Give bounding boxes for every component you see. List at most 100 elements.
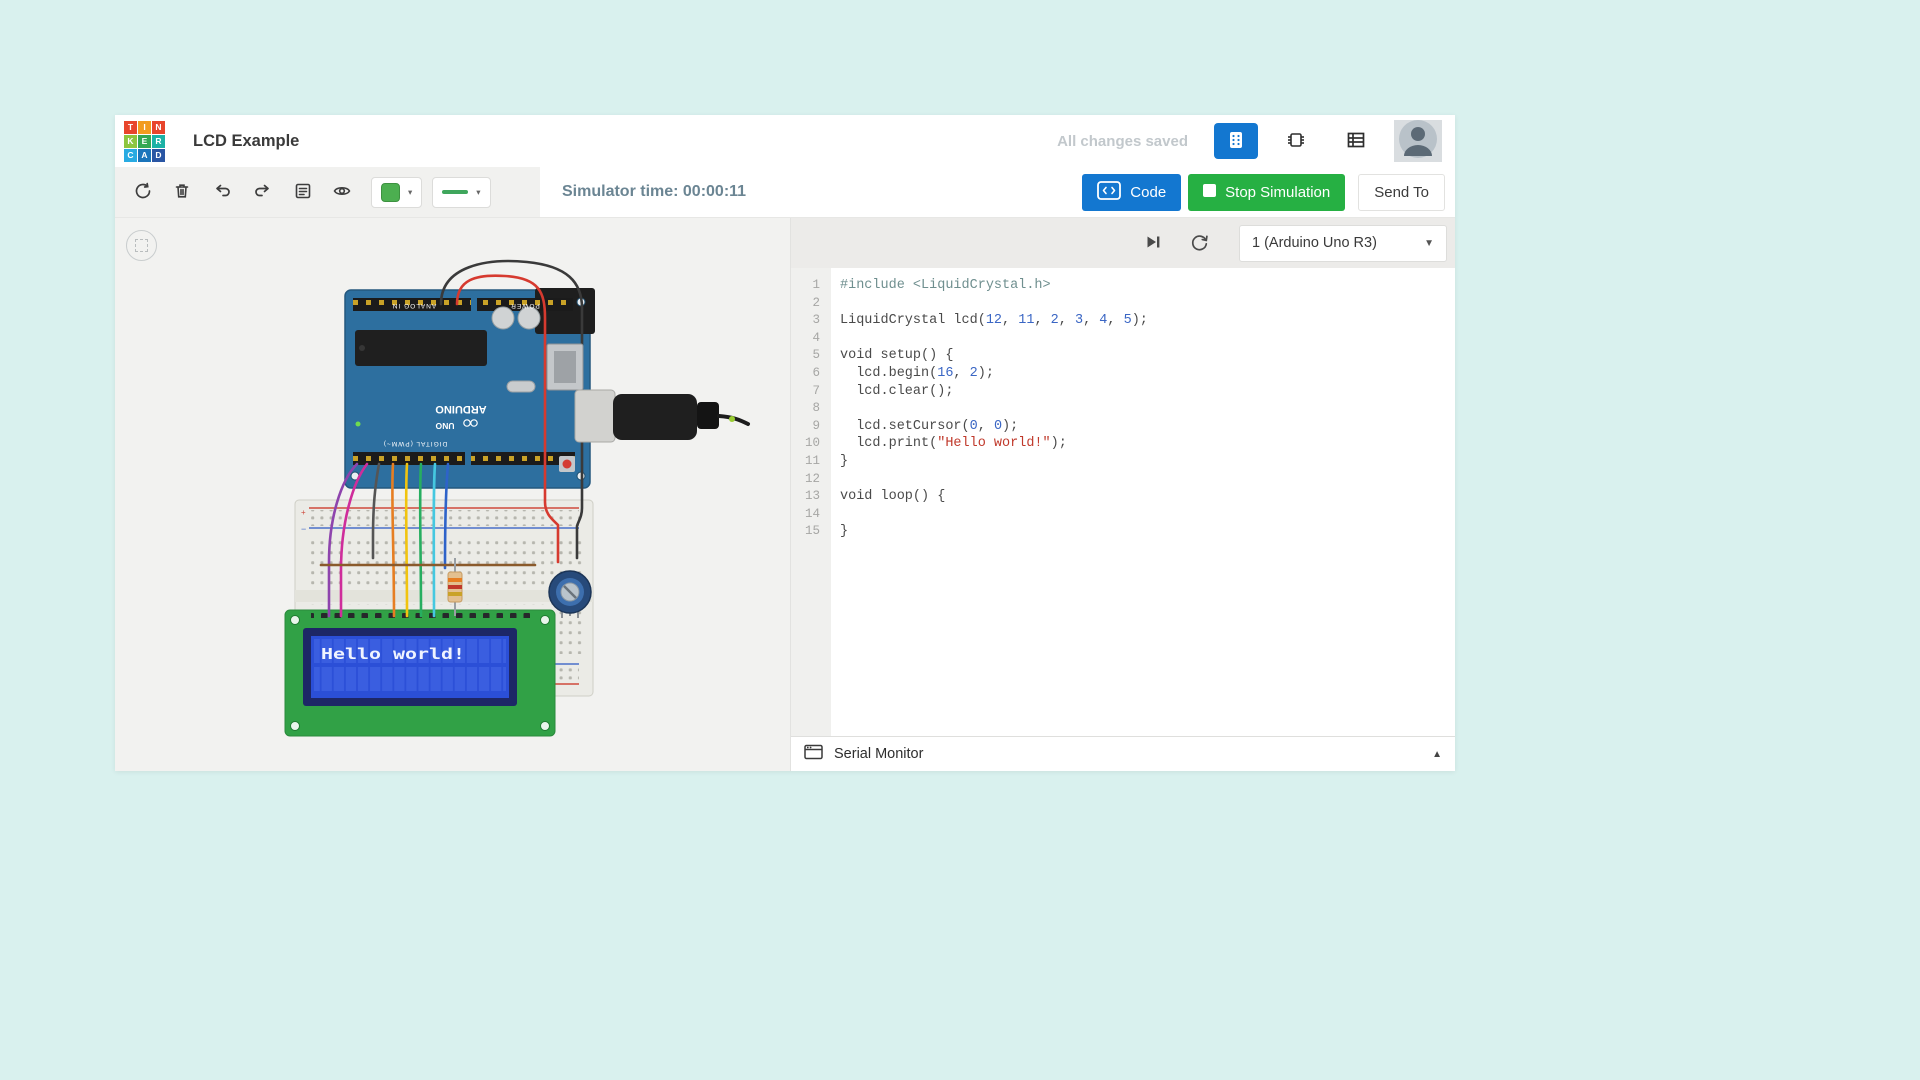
line-text [831,295,840,313]
code-line[interactable]: 14 [791,506,1455,524]
component-color-dropdown[interactable]: ▾ [371,177,422,208]
lcd-display[interactable]: Hello world! [285,610,555,736]
code-line[interactable]: 9 lcd.setCursor(0, 0); [791,418,1455,436]
zoom-to-fit-button[interactable] [126,230,157,261]
line-number: 13 [791,488,831,506]
chevron-down-icon: ▼ [1424,238,1434,249]
code-editor[interactable]: 1#include <LiquidCrystal.h>23LiquidCryst… [791,268,1455,736]
tool-strip: ▾ ▾ [115,167,540,217]
logo-tile: R [152,135,165,148]
code-line[interactable]: 1#include <LiquidCrystal.h> [791,277,1455,295]
circuit-canvas[interactable]: + − [115,218,790,771]
line-number: 11 [791,453,831,471]
toolbar-right: Code Stop Simulation Send To [1082,174,1455,211]
lcd-text: Hello world! [321,645,465,663]
code-line[interactable]: 2 [791,295,1455,313]
wire-cyan[interactable] [434,464,435,616]
line-text: void loop() { [831,488,945,506]
arduino-brand-label: ARDUINO [435,403,487,415]
app-window: TINKERCAD LCD Example All changes saved [115,115,1455,771]
serial-monitor-bar[interactable]: Serial Monitor ▲ [791,736,1455,771]
undo-icon [213,181,233,204]
code-line[interactable]: 3LiquidCrystal lcd(12, 11, 2, 3, 4, 5); [791,312,1455,330]
code-lines: 1#include <LiquidCrystal.h>23LiquidCryst… [791,277,1455,541]
line-text: #include <LiquidCrystal.h> [831,277,1051,295]
fit-icon [135,239,148,252]
logo-tile: N [152,121,165,134]
line-number: 4 [791,330,831,348]
code-line[interactable]: 12 [791,471,1455,489]
send-to-label: Send To [1374,184,1429,201]
wire-type-dropdown[interactable]: ▾ [432,177,490,208]
code-brackets-icon [1097,181,1121,204]
line-number: 5 [791,347,831,365]
line-text [831,506,840,524]
analog-in-label: ANALOG IN [392,302,436,309]
notes-button[interactable] [291,180,315,204]
color-swatch [381,183,400,202]
rotate-button[interactable] [131,180,155,204]
digital-label: DIGITAL (PWM~) [383,440,447,447]
line-text: } [831,523,848,541]
list-view-button[interactable] [1334,123,1378,159]
code-line[interactable]: 15} [791,523,1455,541]
line-text [831,400,840,418]
wire-yellow[interactable] [406,464,407,616]
undo-button[interactable] [211,180,235,204]
tinkercad-logo[interactable]: TINKERCAD [124,121,165,162]
debugger-button[interactable] [1137,228,1169,258]
redo-button[interactable] [250,180,274,204]
logo-tile: C [124,149,137,162]
stop-button-label: Stop Simulation [1225,184,1330,201]
line-text: void setup() { [831,347,953,365]
serial-monitor-icon [804,744,823,765]
circuit-drawing: + − [115,218,790,771]
avatar[interactable] [1394,120,1442,162]
chevron-down-icon: ▾ [476,187,480,198]
line-number: 15 [791,523,831,541]
circuits-view-button[interactable] [1214,123,1258,159]
board-selector[interactable]: 1 (Arduino Uno R3) ▼ [1239,225,1447,262]
code-line[interactable]: 5void setup() { [791,347,1455,365]
person-icon [1398,119,1438,164]
line-text: lcd.begin(16, 2); [831,365,994,383]
wire-green[interactable] [420,464,421,616]
line-number: 12 [791,471,831,489]
usb-cable[interactable] [547,344,748,442]
line-text: lcd.setCursor(0, 0); [831,418,1018,436]
logo-tile: E [138,135,151,148]
restart-simulation-button[interactable] [1183,228,1215,258]
redo-icon [252,181,272,204]
visibility-button[interactable] [330,180,354,204]
stop-icon [1203,184,1216,201]
circular-arrow-icon [1189,232,1210,255]
send-to-button[interactable]: Send To [1358,174,1445,211]
rail-plus-label: + [301,508,306,517]
stop-simulation-button[interactable]: Stop Simulation [1188,174,1345,211]
code-line[interactable]: 8 [791,400,1455,418]
code-line[interactable]: 10 lcd.print("Hello world!"); [791,435,1455,453]
rail-minus-label: − [301,524,306,534]
code-button-label: Code [1130,184,1166,201]
on-led [356,422,361,427]
serial-monitor-label: Serial Monitor [834,746,923,762]
line-text [831,471,840,489]
debug-step-icon [1143,232,1163,255]
board-selector-value: 1 (Arduino Uno R3) [1252,235,1377,251]
notes-icon [293,181,313,204]
code-line[interactable]: 13void loop() { [791,488,1455,506]
microcontroller-ic [355,330,487,366]
delete-button[interactable] [170,180,194,204]
eye-icon [332,181,352,204]
components-view-button[interactable] [1274,123,1318,159]
code-line[interactable]: 11} [791,453,1455,471]
logo-tile: T [124,121,137,134]
simulator-time: Simulator time: 00:00:11 [562,183,746,201]
crystal-oscillator [507,381,535,392]
code-line[interactable]: 7 lcd.clear(); [791,383,1455,401]
chip-icon [1285,129,1307,154]
code-line[interactable]: 4 [791,330,1455,348]
code-line[interactable]: 6 lcd.begin(16, 2); [791,365,1455,383]
line-number: 7 [791,383,831,401]
code-button[interactable]: Code [1082,174,1181,211]
